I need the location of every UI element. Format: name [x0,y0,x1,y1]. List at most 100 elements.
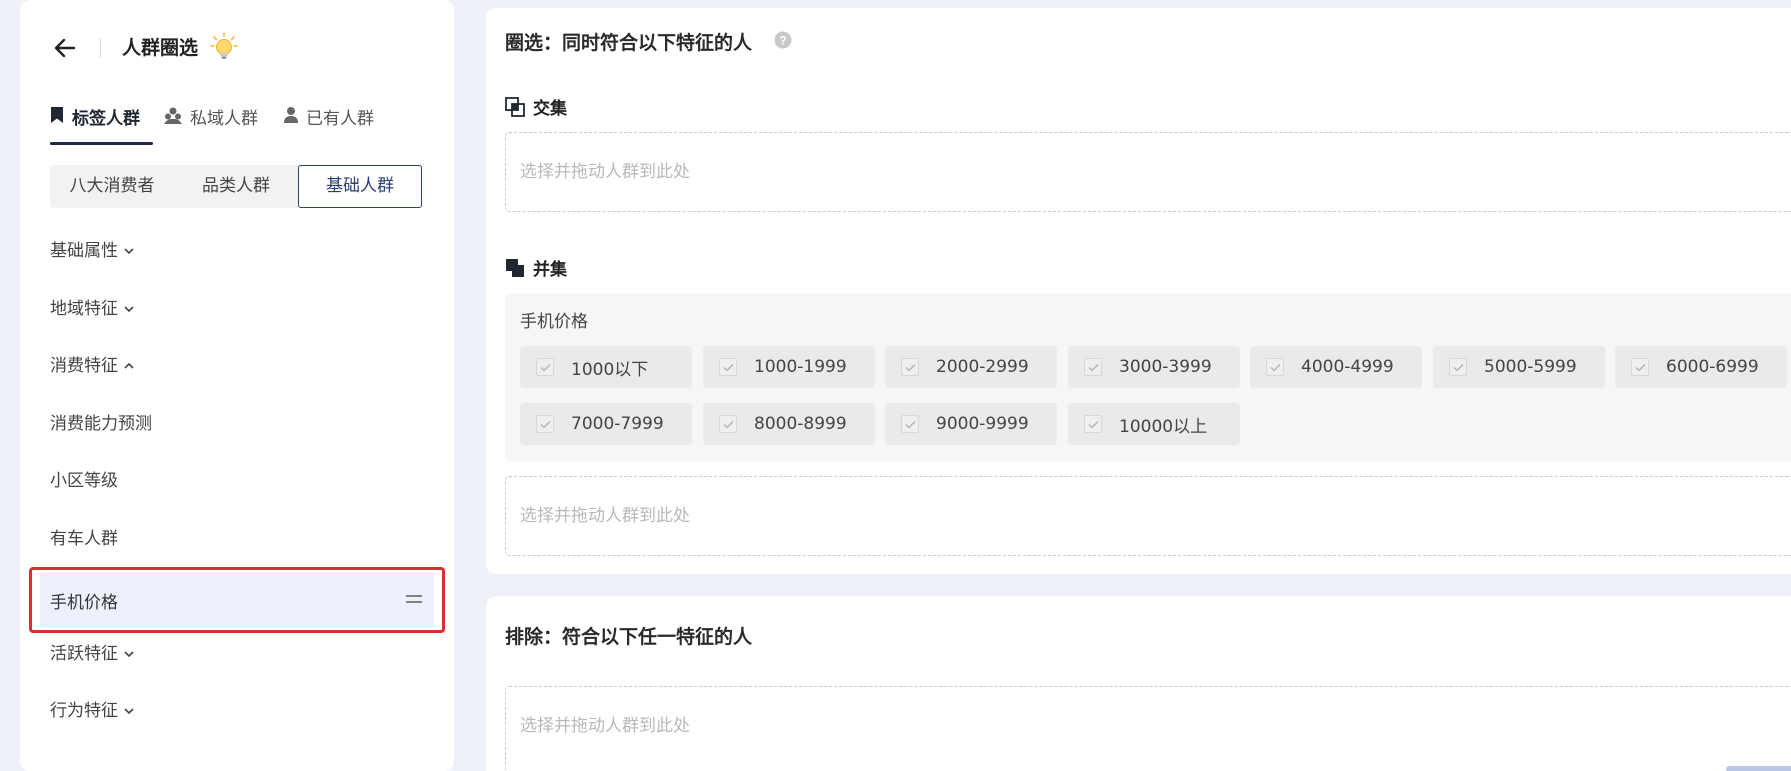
option-label: 3000-3999 [1119,357,1212,377]
checkbox[interactable] [901,358,919,376]
union-label: 并集 [533,260,567,280]
exclude-section-title: 排除：符合以下任一特征的人 [505,626,753,648]
category-label: 小区等级 [50,471,118,491]
option-label: 7000-7999 [571,414,664,434]
category-label: 有车人群 [50,529,118,549]
option-chip[interactable]: 1000以下 [520,346,692,388]
option-label: 6000-6999 [1666,357,1759,377]
option-chip[interactable]: 3000-3999 [1068,346,1240,388]
category-consumption[interactable]: 消费特征 [50,354,135,378]
checkbox[interactable] [536,358,554,376]
checkbox[interactable] [901,415,919,433]
person-icon [284,107,298,123]
horizontal-scrollbar[interactable] [1726,766,1791,771]
checkbox[interactable] [1266,358,1284,376]
category-consumption-prediction[interactable]: 消费能力预测 [50,412,152,436]
category-label: 消费特征 [50,356,118,376]
option-chip[interactable]: 9000-9999 [885,403,1057,445]
chevron-down-icon [124,708,134,715]
sidebar: 人群圈选 标签人群 私域人群 已有人群 八大消费者 品类人群 基础人群 基础属性… [20,0,454,771]
exclude-drop-zone[interactable]: 选择并拖动人群到此处 [505,686,1791,771]
option-chip[interactable]: 4000-4999 [1250,346,1422,388]
category-phone-price[interactable]: 手机价格 [40,572,434,628]
option-label: 1000-1999 [754,357,847,377]
category-car-owners[interactable]: 有车人群 [50,527,118,551]
checkbox[interactable] [1084,358,1102,376]
group-icon [164,107,182,124]
tab-private-crowd[interactable]: 私域人群 [164,104,258,144]
category-region[interactable]: 地域特征 [50,297,135,321]
category-community-level[interactable]: 小区等级 [50,469,118,493]
check-icon [1634,363,1646,372]
option-chip[interactable]: 7000-7999 [520,403,692,445]
check-icon [539,363,551,372]
drop-placeholder: 选择并拖动人群到此处 [520,506,690,526]
check-icon [904,420,916,429]
svg-text:?: ? [779,34,786,48]
segment-basic-crowd[interactable]: 基础人群 [298,165,422,208]
intersection-header: 交集 [505,94,567,119]
checkbox[interactable] [719,415,737,433]
category-label: 行为特征 [50,701,118,721]
option-chip[interactable]: 1000-1999 [703,346,875,388]
category-label: 地域特征 [50,299,118,319]
category-behavior[interactable]: 行为特征 [50,699,135,723]
active-tab-indicator [50,142,153,145]
check-icon [1269,363,1281,372]
tab-label: 标签人群 [72,109,140,129]
category-label: 基础属性 [50,241,118,261]
back-arrow-icon[interactable] [50,34,80,62]
help-icon[interactable]: ? [774,31,792,49]
checkbox[interactable] [1084,415,1102,433]
intersection-label: 交集 [533,99,567,119]
lightbulb-icon[interactable] [210,32,238,62]
segment-group: 八大消费者 品类人群 基础人群 [50,165,422,208]
category-label: 手机价格 [50,593,118,613]
page-title: 人群圈选 [122,37,199,59]
select-section-title: 圈选：同时符合以下特征的人 [505,32,753,54]
option-chip[interactable]: 5000-5999 [1433,346,1605,388]
option-label: 8000-8999 [754,414,847,434]
segment-category-crowd[interactable]: 品类人群 [174,165,298,208]
check-icon [722,420,734,429]
chevron-down-icon [124,306,134,313]
option-chip[interactable]: 10000以上 [1068,403,1240,445]
segment-eight-consumers[interactable]: 八大消费者 [50,165,174,208]
checkbox[interactable] [719,358,737,376]
category-activity[interactable]: 活跃特征 [50,642,135,666]
option-chip[interactable]: 2000-2999 [885,346,1057,388]
intersection-icon [505,96,525,117]
drag-handle-icon[interactable] [406,592,422,606]
option-label: 2000-2999 [936,357,1029,377]
category-basic-attributes[interactable]: 基础属性 [50,239,135,263]
chevron-down-icon [124,651,134,658]
check-icon [722,363,734,372]
checkbox[interactable] [536,415,554,433]
union-header: 并集 [505,255,567,280]
drop-placeholder: 选择并拖动人群到此处 [520,716,690,736]
tab-label: 私域人群 [190,109,258,129]
checkbox[interactable] [1449,358,1467,376]
tab-existing-crowd[interactable]: 已有人群 [284,104,374,144]
option-chip[interactable]: 6000-6999 [1615,346,1787,388]
check-icon [539,420,551,429]
option-label: 10000以上 [1119,416,1208,437]
drop-placeholder: 选择并拖动人群到此处 [520,162,690,182]
category-label: 消费能力预测 [50,414,152,434]
option-label: 4000-4999 [1301,357,1394,377]
checkbox[interactable] [1631,358,1649,376]
union-drop-zone[interactable]: 选择并拖动人群到此处 [505,476,1791,556]
bookmark-icon [51,107,63,123]
category-label: 活跃特征 [50,644,118,664]
intersection-drop-zone[interactable]: 选择并拖动人群到此处 [505,132,1791,212]
check-icon [1087,420,1099,429]
option-label: 9000-9999 [936,414,1029,434]
check-icon [1452,363,1464,372]
option-label: 1000以下 [571,359,649,380]
tab-tag-crowd[interactable]: 标签人群 [50,104,140,144]
union-icon [506,258,524,277]
header-divider [100,38,101,58]
group-label: 手机价格 [520,312,588,332]
chevron-down-icon [124,248,134,255]
option-chip[interactable]: 8000-8999 [703,403,875,445]
